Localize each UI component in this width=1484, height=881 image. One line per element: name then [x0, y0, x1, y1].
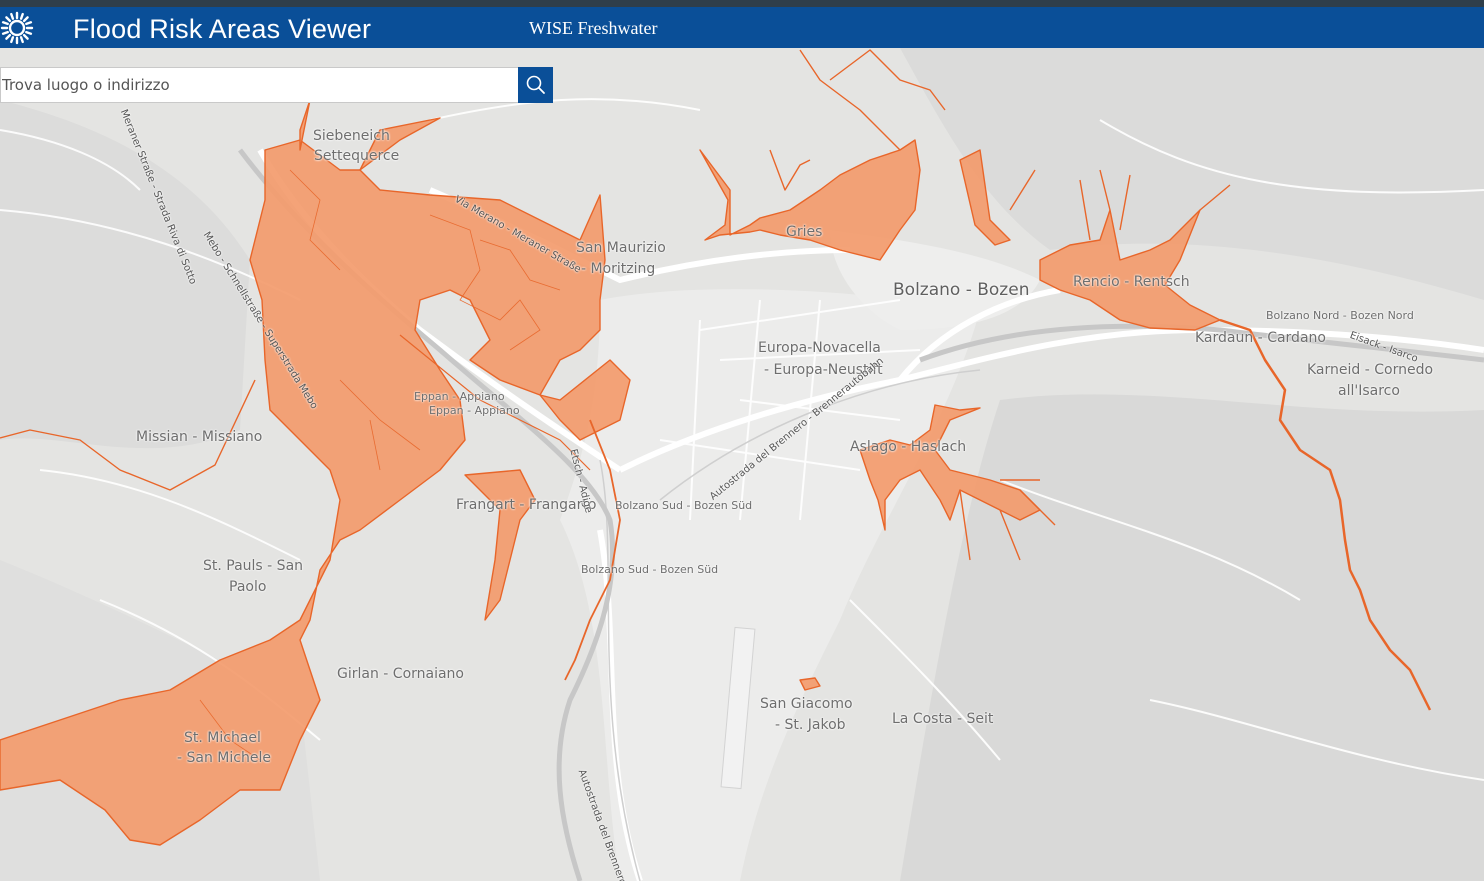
place-label: Bolzano Nord - Bozen Nord: [1266, 309, 1414, 322]
place-label: San Maurizio: [576, 240, 666, 256]
place-label: St. Michael: [184, 730, 261, 746]
place-label: Missian - Missiano: [136, 429, 263, 445]
place-label: Eppan - Appiano: [414, 390, 505, 403]
place-label: Eppan - Appiano: [429, 404, 520, 417]
place-label: - San Michele: [177, 750, 271, 766]
place-label: Girlan - Cornaiano: [337, 666, 464, 682]
search-box: [0, 67, 553, 103]
place-label: Siebeneich: [313, 128, 390, 144]
place-label: St. Pauls - San: [203, 558, 304, 574]
place-label: - Moritzing: [581, 261, 656, 277]
place-label: Bolzano - Bozen: [893, 280, 1030, 300]
place-label: Rencio - Rentsch: [1073, 274, 1190, 290]
map-view[interactable]: Siebeneich Settequerce San Maurizio - Mo…: [0, 48, 1484, 881]
place-label: Paolo: [229, 579, 267, 595]
app-header: Flood Risk Areas Viewer WISE Freshwater: [0, 7, 1484, 48]
sun-logo-icon[interactable]: [0, 11, 34, 45]
search-input[interactable]: [0, 67, 518, 103]
top-strip: [0, 0, 1484, 7]
place-label: La Costa - Seit: [892, 711, 994, 727]
place-label: Bolzano Sud - Bozen Süd: [615, 499, 753, 512]
place-label: Bolzano Sud - Bozen Süd: [581, 563, 719, 576]
place-label: San Giacomo: [760, 696, 853, 712]
place-label: Aslago - Haslach: [850, 439, 967, 455]
place-label: Frangart - Frangarto: [456, 497, 597, 513]
place-label: all'Isarco: [1338, 383, 1400, 399]
place-label: Gries: [786, 224, 823, 240]
app-title: Flood Risk Areas Viewer: [73, 14, 372, 44]
search-icon: [518, 75, 553, 106]
app-subtitle[interactable]: WISE Freshwater: [529, 17, 657, 39]
place-label: - St. Jakob: [775, 717, 846, 733]
search-button[interactable]: [518, 67, 553, 103]
place-label: Settequerce: [314, 148, 400, 164]
place-label: Kardaun - Cardano: [1195, 330, 1326, 346]
place-label: Europa-Novacella: [758, 340, 881, 356]
